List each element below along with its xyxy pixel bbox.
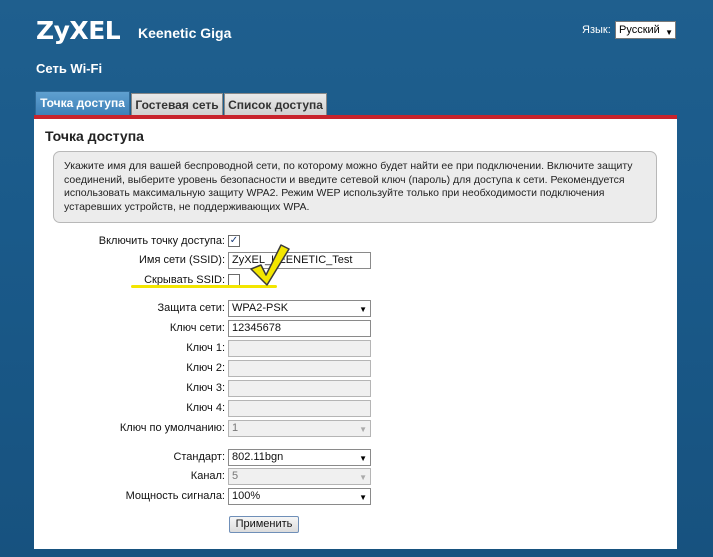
- chevron-down-icon: ▼: [359, 473, 367, 482]
- tab-access-point[interactable]: Точка доступа: [35, 91, 130, 116]
- power-label: Мощность сигнала:: [125, 490, 225, 502]
- row-key4: Ключ 4:: [34, 400, 677, 418]
- security-select[interactable]: WPA2-PSK ▼: [228, 300, 371, 317]
- enable-ap-label: Включить точку доступа:: [98, 235, 225, 247]
- standard-label: Стандарт:: [173, 451, 225, 463]
- row-default-key: Ключ по умолчанию: 1 ▼: [34, 420, 677, 438]
- row-power: Мощность сигнала: 100% ▼: [34, 488, 677, 506]
- power-value: 100%: [232, 490, 261, 502]
- channel-value: 5: [232, 470, 239, 482]
- row-security: Защита сети: WPA2-PSK ▼: [34, 300, 677, 318]
- logo: ZyXEL: [36, 16, 121, 45]
- tab-access-list[interactable]: Список доступа: [224, 93, 327, 116]
- row-key1: Ключ 1:: [34, 340, 677, 358]
- default-key-select[interactable]: 1 ▼: [228, 420, 371, 437]
- chevron-down-icon: ▼: [359, 493, 367, 502]
- ssid-label: Имя сети (SSID):: [138, 254, 225, 266]
- default-key-value: 1: [232, 422, 239, 434]
- highlight-checkmark-icon: [250, 244, 290, 286]
- network-key-label: Ключ сети:: [169, 322, 225, 334]
- row-standard: Стандарт: 802.11bgn ▼: [34, 449, 677, 467]
- standard-value: 802.11bgn: [232, 451, 284, 463]
- panel-title: Точка доступа: [45, 128, 144, 144]
- tab-guest-network[interactable]: Гостевая сеть: [131, 93, 223, 116]
- power-select[interactable]: 100% ▼: [228, 488, 371, 505]
- row-key3: Ключ 3:: [34, 380, 677, 398]
- channel-label: Канал:: [190, 470, 225, 482]
- key3-label: Ключ 3:: [186, 382, 225, 394]
- key1-input[interactable]: [228, 340, 371, 357]
- model-name: Keenetic Giga: [138, 25, 232, 41]
- apply-button[interactable]: Применить: [229, 516, 299, 533]
- row-ssid: Имя сети (SSID): ZyXEL_KEENETIC_Test: [34, 252, 677, 270]
- row-key2: Ключ 2:: [34, 360, 677, 378]
- security-label: Защита сети:: [157, 302, 225, 314]
- key4-input[interactable]: [228, 400, 371, 417]
- chevron-down-icon: ▼: [359, 305, 367, 314]
- security-value: WPA2-PSK: [232, 302, 289, 314]
- main-panel: Точка доступа Укажите имя для вашей бесп…: [34, 115, 677, 549]
- row-channel: Канал: 5 ▼: [34, 468, 677, 486]
- key1-label: Ключ 1:: [186, 342, 225, 354]
- standard-select[interactable]: 802.11bgn ▼: [228, 449, 371, 466]
- enable-ap-checkbox[interactable]: ✓: [228, 235, 240, 247]
- chevron-down-icon: ▼: [665, 28, 673, 37]
- network-key-input[interactable]: 12345678: [228, 320, 371, 337]
- row-enable-ap: Включить точку доступа: ✓: [34, 233, 677, 251]
- language-select[interactable]: Русский ▼: [615, 21, 676, 39]
- key2-input[interactable]: [228, 360, 371, 377]
- chevron-down-icon: ▼: [359, 454, 367, 463]
- row-network-key: Ключ сети: 12345678: [34, 320, 677, 338]
- channel-select[interactable]: 5 ▼: [228, 468, 371, 485]
- language-label: Язык:: [582, 24, 611, 36]
- default-key-label: Ключ по умолчанию:: [119, 422, 225, 434]
- key2-label: Ключ 2:: [186, 362, 225, 374]
- key4-label: Ключ 4:: [186, 402, 225, 414]
- language-value: Русский: [619, 24, 660, 36]
- chevron-down-icon: ▼: [359, 425, 367, 434]
- page-title: Сеть Wi-Fi: [36, 61, 103, 76]
- info-box: Укажите имя для вашей беспроводной сети,…: [53, 151, 657, 223]
- key3-input[interactable]: [228, 380, 371, 397]
